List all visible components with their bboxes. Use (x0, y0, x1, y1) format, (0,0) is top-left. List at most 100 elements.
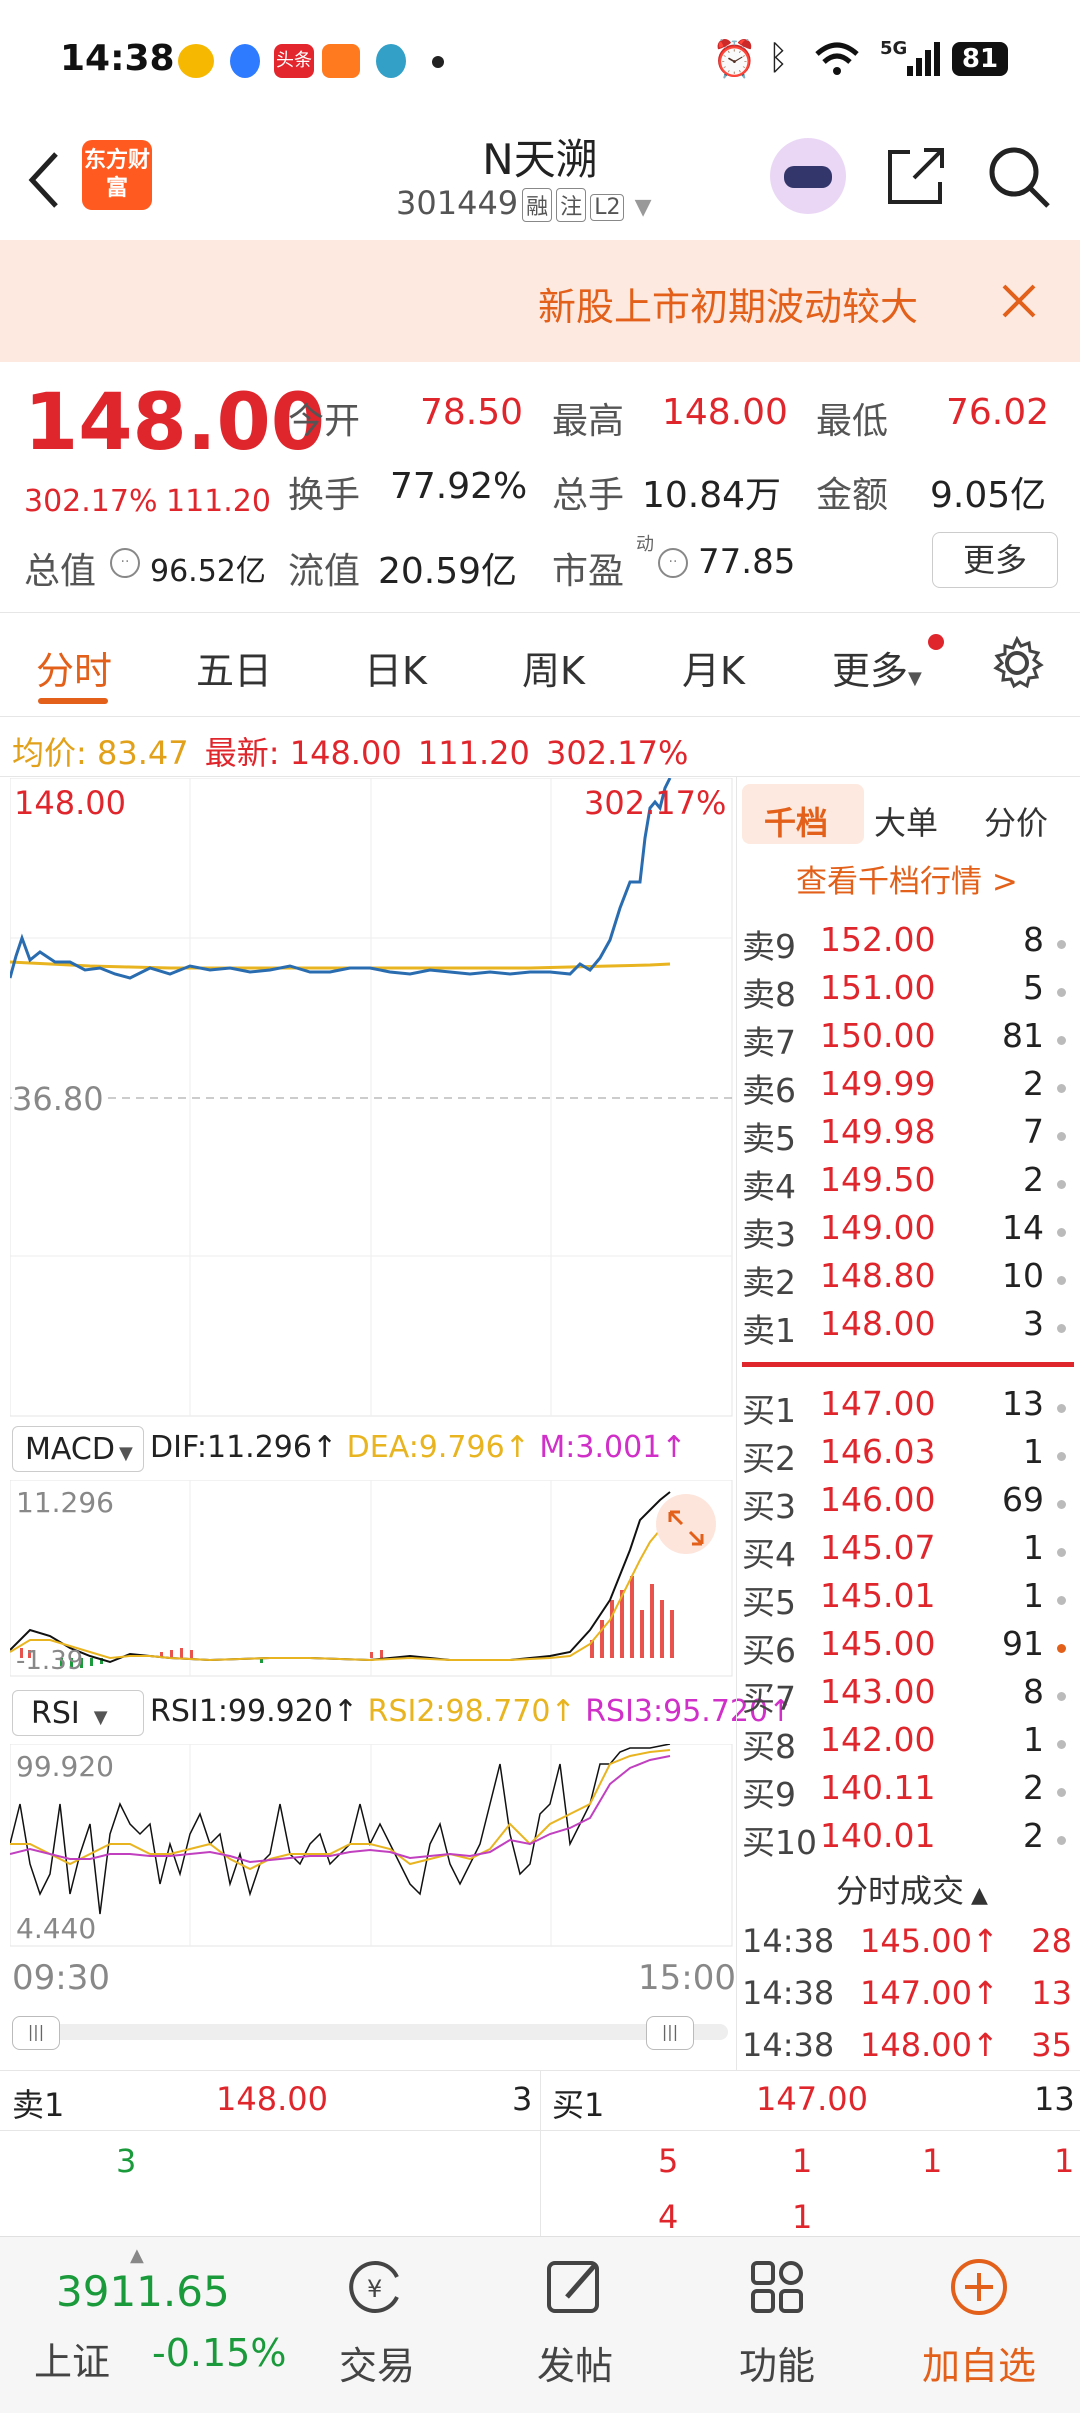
view-depth-link[interactable]: 查看千档行情 > (796, 856, 1018, 901)
sell-level-volume: 2 (1023, 1064, 1044, 1103)
info-icon[interactable]: ·· (110, 548, 140, 578)
intraday-chart[interactable] (10, 778, 734, 1418)
buy-row[interactable]: 买5 145.01 1 (742, 1576, 1072, 1624)
queue-buy-price: 147.00 (756, 2080, 868, 2118)
notification-dot (928, 634, 944, 650)
buy-level-volume: 69 (1002, 1480, 1044, 1519)
macd-selector-label: MACD (25, 1432, 115, 1467)
share-icon[interactable] (884, 144, 948, 208)
sell-row[interactable]: 卖4 149.50 2 (742, 1160, 1072, 1208)
buy-row[interactable]: 买3 146.00 69 (742, 1480, 1072, 1528)
nav-trade[interactable]: ¥ 交易 (292, 2237, 462, 2413)
nav-functions[interactable]: 功能 (692, 2237, 862, 2413)
sell-row[interactable]: 卖8 151.00 5 (742, 968, 1072, 1016)
buy-row[interactable]: 买4 145.07 1 (742, 1528, 1072, 1576)
tag-margin: 融 (522, 188, 553, 222)
level-dot-icon (1057, 1324, 1066, 1333)
buy-level-volume: 8 (1023, 1672, 1044, 1711)
assistant-avatar-icon[interactable] (770, 138, 846, 214)
network-type: 5G (880, 38, 908, 59)
current-price: 148.00 (24, 378, 325, 468)
buy-level-price: 146.03 (820, 1432, 936, 1471)
buy-row[interactable]: 买9 140.11 2 (742, 1768, 1072, 1816)
buy-row[interactable]: 买1 147.00 13 (742, 1384, 1072, 1432)
rsi1: RSI1:99.920↑ (150, 1694, 359, 1729)
sell-row[interactable]: 卖2 148.80 10 (742, 1256, 1072, 1304)
sell-level-price: 149.99 (820, 1064, 936, 1103)
tab-intraday[interactable]: 分时 (36, 640, 112, 695)
sell-level-volume: 14 (1002, 1208, 1044, 1247)
more-button[interactable]: 更多 (932, 532, 1058, 588)
level-dot-icon (1057, 940, 1066, 949)
sell-level-volume: 2 (1023, 1160, 1044, 1199)
index-widget[interactable]: ▲ 3911.65 上证 -0.15% (20, 2237, 290, 2413)
range-handle-right[interactable]: ||| (646, 2016, 694, 2050)
sell-row[interactable]: 卖6 149.99 2 (742, 1064, 1072, 1112)
tab-weekly-k[interactable]: 周K (522, 640, 585, 695)
app-icon (322, 44, 360, 78)
buy-level-price: 140.01 (820, 1816, 936, 1855)
tab-price-distribution[interactable]: 分价 (984, 798, 1048, 844)
sell-row[interactable]: 卖9 152.00 8 (742, 920, 1072, 968)
buy-level-volume: 2 (1023, 1816, 1044, 1855)
buy-level-price: 140.11 (820, 1768, 936, 1807)
macd-selector[interactable]: MACD ▼ (12, 1426, 144, 1472)
buy-level-price: 145.00 (820, 1624, 936, 1663)
latest-change: 111.20 (417, 734, 530, 772)
buy-level-label: 买3 (742, 1487, 796, 1526)
amount-label: 金额 (816, 475, 889, 516)
search-icon[interactable] (986, 144, 1052, 210)
sell-row[interactable]: 卖7 150.00 81 (742, 1016, 1072, 1064)
buy-row[interactable]: 买10 140.01 2 (742, 1816, 1072, 1864)
svg-text:¥: ¥ (367, 2275, 382, 2303)
expand-icon[interactable] (666, 1508, 706, 1548)
info-icon[interactable]: ·· (658, 548, 688, 578)
buy-row[interactable]: 买6 145.00 91 (742, 1624, 1072, 1672)
tab-more[interactable]: 更多▼ (832, 640, 922, 695)
level-dot-icon (1057, 1228, 1066, 1237)
buy-level-label: 买10 (742, 1823, 817, 1862)
macd-chart[interactable] (10, 1480, 734, 1678)
tab-big-orders[interactable]: 大单 (874, 798, 938, 844)
macd-dif: DIF:11.296↑ (150, 1430, 338, 1465)
notice-text: 新股上市初期波动较大 (538, 285, 919, 329)
nav-post[interactable]: 发帖 (490, 2237, 660, 2413)
time-start: 09:30 (12, 1958, 110, 1998)
tab-level-thousand[interactable]: 千档 (764, 798, 828, 844)
buy-row[interactable]: 买8 142.00 1 (742, 1720, 1072, 1768)
close-icon[interactable] (1000, 282, 1038, 320)
trades-title[interactable]: 分时成交 ▲ (836, 1866, 988, 1912)
trade-row: 14:38 145.00↑ 28 (742, 1922, 1072, 1970)
rsi-selector[interactable]: RSI ▼ (12, 1690, 144, 1736)
settings-gear-icon[interactable] (990, 636, 1044, 690)
sell-level-label: 卖1 (742, 1311, 796, 1350)
sell-level-volume: 5 (1023, 968, 1044, 1007)
sell-row[interactable]: 卖5 149.98 7 (742, 1112, 1072, 1160)
tab-daily-k[interactable]: 日K (364, 640, 427, 695)
sell-row[interactable]: 卖1 148.00 3 (742, 1304, 1072, 1352)
low-label: 最低 (816, 401, 889, 442)
stock-code-line[interactable]: 301449 融注 L2 ▼ (396, 184, 652, 222)
trade-volume: 28 (1031, 1922, 1072, 1960)
tab-more-label: 更多 (832, 649, 909, 693)
rsi-chart[interactable] (10, 1744, 734, 1948)
sell-row[interactable]: 卖3 149.00 14 (742, 1208, 1072, 1256)
status-time: 14:38 (60, 38, 175, 79)
buy-level-price: 146.00 (820, 1480, 936, 1519)
sell-level-volume: 81 (1002, 1016, 1044, 1055)
buy-level-price: 142.00 (820, 1720, 936, 1759)
range-handle-left[interactable]: ||| (12, 2016, 60, 2050)
nav-trade-label: 交易 (338, 2344, 415, 2388)
buy-level-volume: 13 (1002, 1384, 1044, 1423)
buy-row[interactable]: 买2 146.03 1 (742, 1432, 1072, 1480)
latest-pct: 302.17% (546, 734, 689, 772)
trade-price: 145.00↑ (860, 1922, 999, 1960)
dropdown-icon: ▼ (634, 195, 652, 220)
trade-time: 14:38 (742, 2026, 835, 2064)
buy-row[interactable]: 买7 143.00 8 (742, 1672, 1072, 1720)
tab-monthly-k[interactable]: 月K (682, 640, 745, 695)
tab-five-day[interactable]: 五日 (196, 640, 272, 695)
tab-underline (38, 698, 108, 704)
nav-add-watchlist[interactable]: 加自选 (894, 2237, 1064, 2413)
time-range-track[interactable] (12, 2024, 728, 2040)
